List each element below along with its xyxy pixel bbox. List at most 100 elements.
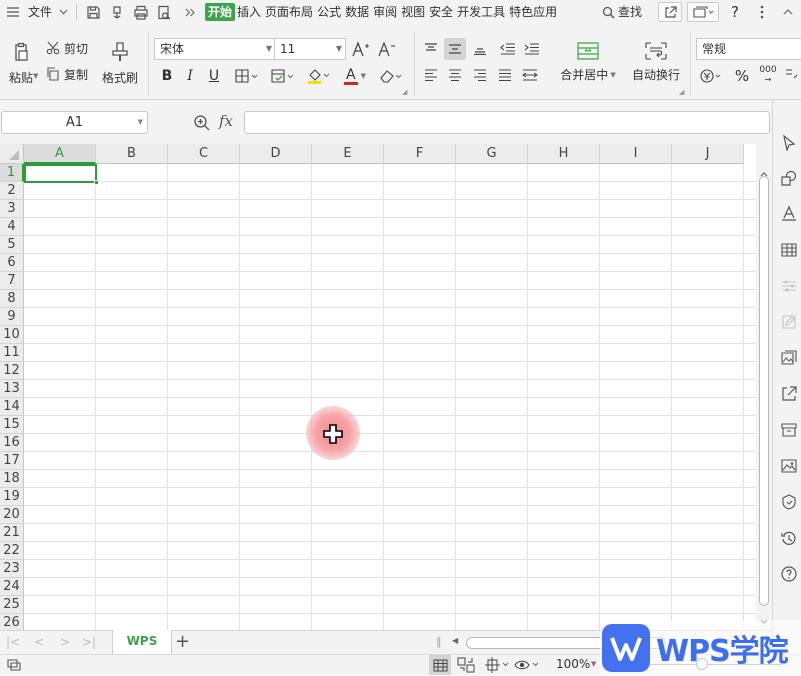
borders-button[interactable] [232,66,262,86]
export-pdf-icon[interactable] [107,5,127,20]
sheet-tab-wps[interactable]: WPS [112,630,172,654]
row-header-15[interactable]: 15 [0,416,24,434]
tab-developer[interactable]: 开发工具 [455,3,507,21]
share-export-icon[interactable] [781,386,797,402]
tab-page-layout[interactable]: 页面布局 [263,3,315,21]
row-header-6[interactable]: 6 [0,254,24,272]
scroll-left-icon[interactable]: ◀ [452,636,458,645]
decrease-indent-button[interactable] [497,38,519,60]
row-header-19[interactable]: 19 [0,488,24,506]
page-layout-view-icon[interactable] [457,657,475,676]
row-header-22[interactable]: 22 [0,542,24,560]
style-icon[interactable] [781,205,797,221]
tab-insert[interactable]: 插入 [235,3,263,21]
security-shield-icon[interactable] [781,494,797,510]
page-break-view-icon[interactable] [484,657,510,676]
row-header-24[interactable]: 24 [0,578,24,596]
row-header-7[interactable]: 7 [0,272,24,290]
table-icon[interactable] [781,242,797,258]
decrease-font-size-button[interactable] [377,38,397,60]
align-right-button[interactable] [469,64,491,86]
align-bottom-button[interactable] [469,38,491,60]
row-header-17[interactable]: 17 [0,452,24,470]
row-header-21[interactable]: 21 [0,524,24,542]
eye-protection-icon[interactable] [514,658,540,675]
print-icon[interactable] [131,5,151,20]
font-name-select[interactable]: 宋体 ▼ [154,38,276,60]
row-header-18[interactable]: 18 [0,470,24,488]
row-header-3[interactable]: 3 [0,200,24,218]
column-header-A[interactable]: A [24,144,96,164]
row-header-13[interactable]: 13 [0,380,24,398]
zoom-level[interactable]: 100% [556,657,590,671]
file-menu[interactable]: 文件 [26,3,54,21]
column-header-J[interactable]: J [672,144,744,164]
tab-home[interactable]: 开始 [205,3,236,21]
column-header-B[interactable]: B [96,144,168,164]
merge-center-button[interactable]: 合并居中 ▼ [556,38,620,86]
zoom-chevron-icon[interactable]: ▼ [591,660,596,668]
shapes-icon[interactable] [781,170,797,186]
increase-indent-button[interactable] [521,38,543,60]
archive-icon[interactable] [781,422,797,438]
row-header-9[interactable]: 9 [0,308,24,326]
clear-format-button[interactable] [376,66,406,86]
save-icon[interactable] [83,5,103,20]
align-left-button[interactable] [420,64,442,86]
number-format-select[interactable]: 常规 [696,38,801,60]
justify-button[interactable] [494,64,516,86]
row-header-26[interactable]: 26 [0,614,24,630]
spreadsheet-grid[interactable]: ABCDEFGHIJ 1 2 3 4 5 6 7 8 9 10 11 12 13 14 15 16 17 18 19… [0,144,756,630]
macro-record-icon[interactable] [6,657,22,676]
tab-security[interactable]: 安全 [427,3,455,21]
cloud-sync-icon[interactable] [687,2,720,22]
underline-button[interactable]: U [205,66,223,86]
fill-handle[interactable] [94,180,99,185]
paste-dropdown-icon[interactable]: ▼ [33,72,38,80]
prev-sheet-icon[interactable]: < [34,635,44,649]
row-header-1[interactable]: 1 [0,164,24,182]
row-header-20[interactable]: 20 [0,506,24,524]
format-painter-button[interactable]: 格式刷 [98,40,142,86]
hamburger-menu-icon[interactable] [0,6,26,18]
formula-input[interactable] [244,111,770,134]
thousands-separator-button[interactable]: 000 → [757,64,779,86]
collapse-ribbon-icon[interactable] [781,9,795,15]
row-header-23[interactable]: 23 [0,560,24,578]
font-size-select[interactable]: 11 ▼ [274,38,346,60]
tab-data[interactable]: 数据 [343,3,371,21]
zoom-formula-icon[interactable] [193,114,211,135]
row-header-10[interactable]: 10 [0,326,24,344]
increase-decimal-button[interactable] [783,64,801,86]
tab-special-apps[interactable]: 特色应用 [507,3,559,21]
insert-function-button[interactable]: fx [219,112,233,130]
row-header-8[interactable]: 8 [0,290,24,308]
wrap-text-button[interactable]: 自动换行 [628,38,684,86]
cut-button[interactable]: 剪切 [46,38,88,58]
row-header-11[interactable]: 11 [0,344,24,362]
select-pointer-icon[interactable] [781,134,797,153]
vertical-scrollbar[interactable] [756,144,772,630]
select-all-corner[interactable] [0,144,24,164]
picture-gallery-icon[interactable] [781,350,797,366]
copy-button[interactable]: 复制 [46,64,88,84]
search-icon[interactable] [600,6,616,19]
row-header-2[interactable]: 2 [0,182,24,200]
tab-review[interactable]: 审阅 [371,3,399,21]
font-color-button[interactable]: A ▼ [340,66,370,86]
selected-cell-outline[interactable] [24,164,97,183]
row-header-12[interactable]: 12 [0,362,24,380]
row-header-14[interactable]: 14 [0,398,24,416]
align-top-button[interactable] [420,38,442,60]
search-button[interactable]: 查找 [616,3,644,21]
filter-settings-icon[interactable] [781,278,797,294]
first-sheet-icon[interactable]: |< [6,635,20,649]
add-sheet-button[interactable]: + [175,631,190,652]
name-box[interactable]: A1 ▼ [1,111,148,134]
row-header-4[interactable]: 4 [0,218,24,236]
tab-view[interactable]: 视图 [399,3,427,21]
distributed-align-button[interactable] [519,64,541,86]
column-header-E[interactable]: E [312,144,384,164]
font-dialog-launcher-icon[interactable]: ◢ [402,88,407,96]
column-header-D[interactable]: D [240,144,312,164]
